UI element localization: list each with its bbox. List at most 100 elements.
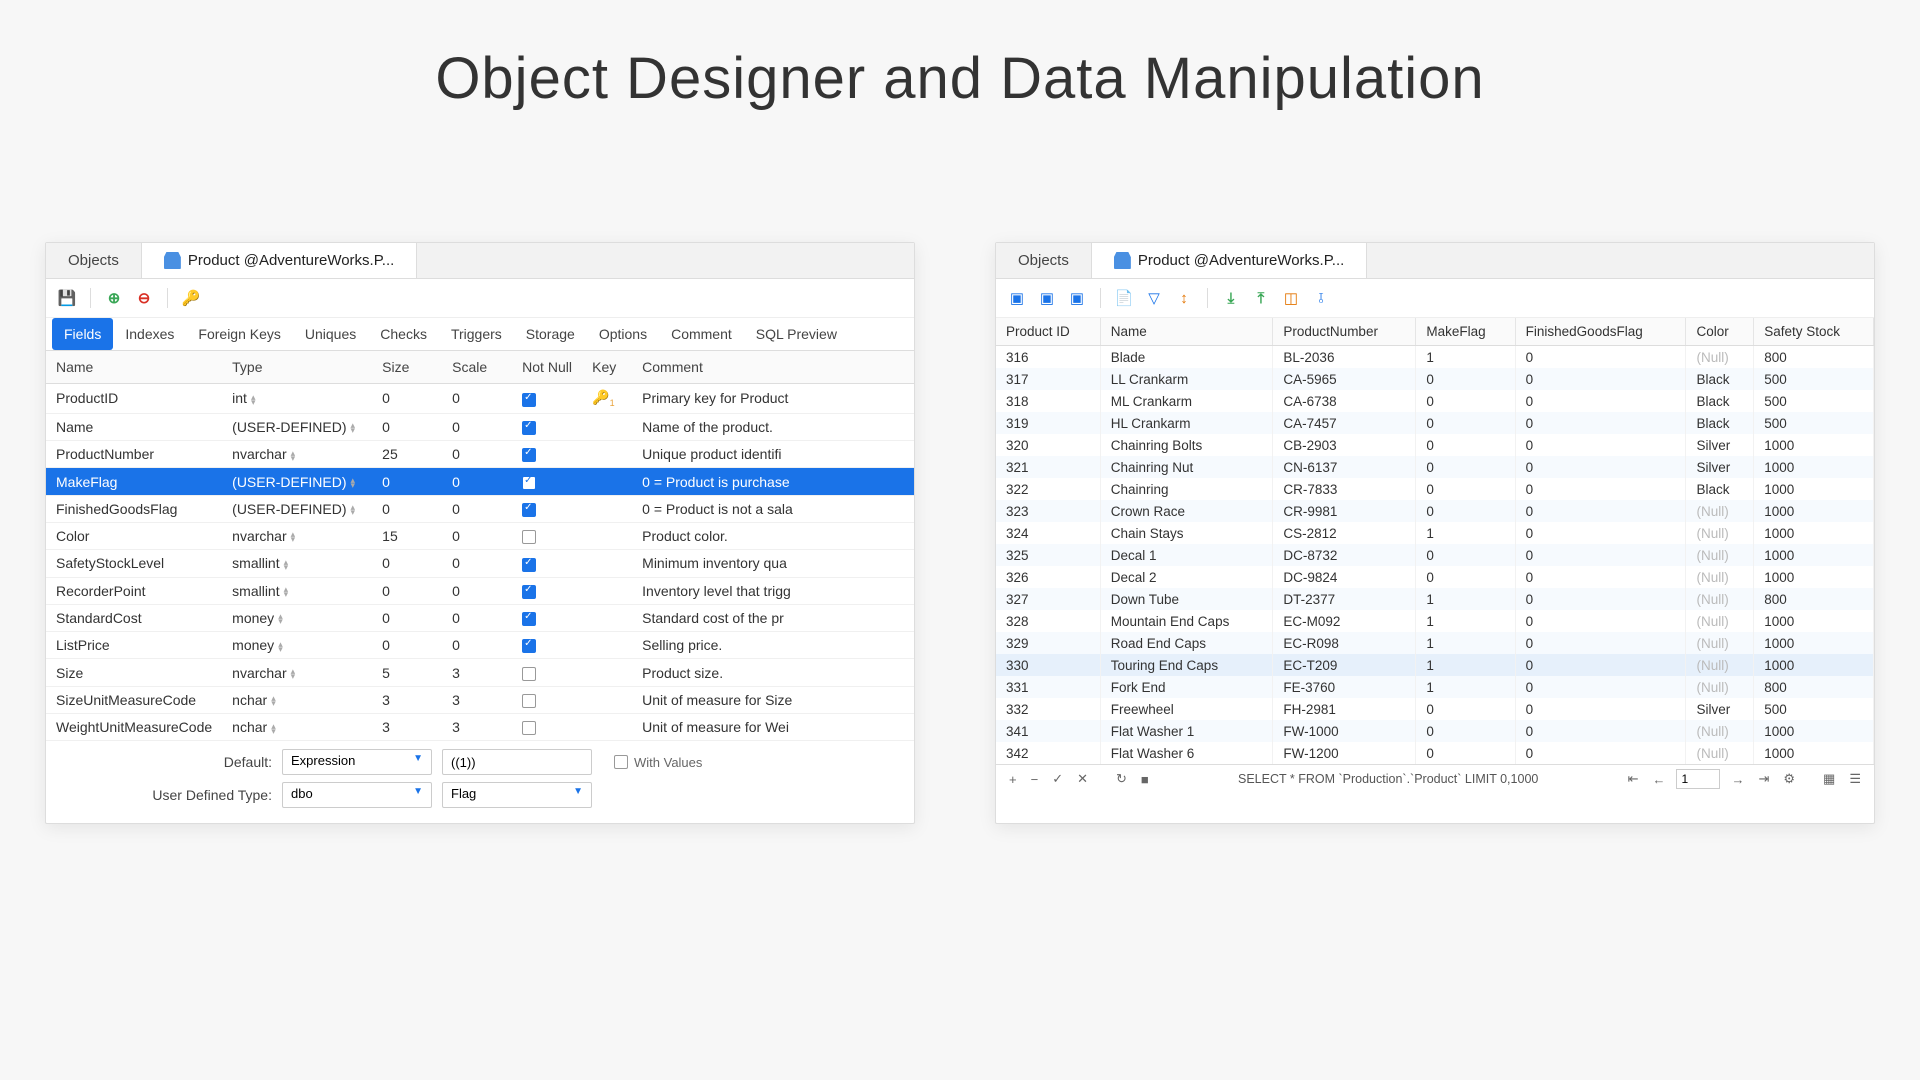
default-expression-select[interactable]: Expression▼ — [282, 749, 432, 775]
notnull-checkbox[interactable] — [522, 503, 536, 517]
field-row[interactable]: SizeUnitMeasureCodenchar▴▾33Unit of meas… — [46, 686, 914, 713]
settings-icon[interactable]: ⚙ — [1780, 771, 1798, 787]
field-row[interactable]: RecorderPointsmallint▴▾00Inventory level… — [46, 577, 914, 604]
data-row[interactable]: 330Touring End CapsEC-T20910(Null)1000 — [996, 654, 1874, 676]
subtab-checks[interactable]: Checks — [368, 318, 439, 350]
subtab-triggers[interactable]: Triggers — [439, 318, 514, 350]
delete-row-button[interactable]: − — [1028, 772, 1042, 787]
subtab-storage[interactable]: Storage — [514, 318, 587, 350]
data-row[interactable]: 327Down TubeDT-237710(Null)800 — [996, 588, 1874, 610]
field-row[interactable]: Sizenvarchar▴▾53Product size. — [46, 659, 914, 686]
next-page-button[interactable]: → — [1728, 772, 1747, 787]
data-row[interactable]: 316BladeBL-203610(Null)800 — [996, 346, 1874, 369]
field-row[interactable]: SafetyStockLevelsmallint▴▾00Minimum inve… — [46, 550, 914, 577]
data-row[interactable]: 321Chainring NutCN-613700Silver1000 — [996, 456, 1874, 478]
udt-type-select[interactable]: Flag▼ — [442, 782, 592, 808]
grid-col-header[interactable]: Safety Stock — [1754, 318, 1874, 346]
analyze-icon[interactable]: ⫱ — [1308, 285, 1334, 311]
refresh-button[interactable]: ↻ — [1113, 771, 1130, 787]
form-view-button[interactable]: ☰ — [1846, 771, 1864, 787]
cancel-button[interactable]: ✕ — [1074, 771, 1091, 787]
col-header-comment[interactable]: Comment — [632, 351, 914, 384]
field-row[interactable]: ProductIDint▴▾00🔑1Primary key for Produc… — [46, 384, 914, 414]
data-row[interactable]: 332FreewheelFH-298100Silver500 — [996, 698, 1874, 720]
data-row[interactable]: 328Mountain End CapsEC-M09210(Null)1000 — [996, 610, 1874, 632]
grid-col-header[interactable]: ProductNumber — [1273, 318, 1416, 346]
stop-button[interactable]: ■ — [1138, 772, 1152, 787]
notnull-checkbox[interactable] — [522, 393, 536, 407]
notnull-checkbox[interactable] — [522, 721, 536, 735]
grid-col-header[interactable]: Product ID — [996, 318, 1100, 346]
apply-button[interactable]: ✓ — [1049, 771, 1066, 787]
begin-transaction-icon[interactable]: ▣ — [1004, 285, 1030, 311]
subtab-indexes[interactable]: Indexes — [113, 318, 186, 350]
field-row[interactable]: WeightUnitMeasureCodenchar▴▾33Unit of me… — [46, 714, 914, 741]
key-icon[interactable]: 🔑 — [178, 285, 204, 311]
notnull-checkbox[interactable] — [522, 530, 536, 544]
tab-product-grid[interactable]: Product @AdventureWorks.P... — [1091, 243, 1367, 278]
data-row[interactable]: 325Decal 1DC-873200(Null)1000 — [996, 544, 1874, 566]
commit-icon[interactable]: ▣ — [1034, 285, 1060, 311]
export-icon[interactable]: ⤒ — [1248, 285, 1274, 311]
grid-col-header[interactable]: Name — [1100, 318, 1273, 346]
subtab-fields[interactable]: Fields — [52, 318, 113, 350]
data-row[interactable]: 341Flat Washer 1FW-100000(Null)1000 — [996, 720, 1874, 742]
data-row[interactable]: 329Road End CapsEC-R09810(Null)1000 — [996, 632, 1874, 654]
page-number-input[interactable] — [1676, 769, 1720, 789]
data-row[interactable]: 317LL CrankarmCA-596500Black500 — [996, 368, 1874, 390]
add-field-button[interactable]: ⊕ — [101, 285, 127, 311]
grid-col-header[interactable]: MakeFlag — [1416, 318, 1515, 346]
subtab-foreign-keys[interactable]: Foreign Keys — [186, 318, 292, 350]
field-row[interactable]: ProductNumbernvarchar▴▾250Unique product… — [46, 441, 914, 468]
field-row[interactable]: ListPricemoney▴▾00Selling price. — [46, 632, 914, 659]
data-row[interactable]: 324Chain StaysCS-281210(Null)1000 — [996, 522, 1874, 544]
tab-objects[interactable]: Objects — [46, 243, 141, 278]
field-row[interactable]: Colornvarchar▴▾150Product color. — [46, 522, 914, 549]
notnull-checkbox[interactable] — [522, 585, 536, 599]
udt-schema-select[interactable]: dbo▼ — [282, 782, 432, 808]
filter-icon[interactable]: ▽ — [1141, 285, 1167, 311]
data-row[interactable]: 319HL CrankarmCA-745700Black500 — [996, 412, 1874, 434]
first-page-button[interactable]: ⇤ — [1625, 771, 1642, 787]
add-row-button[interactable]: + — [1006, 772, 1020, 787]
subtab-options[interactable]: Options — [587, 318, 659, 350]
notnull-checkbox[interactable] — [522, 421, 536, 435]
notnull-checkbox[interactable] — [522, 667, 536, 681]
notnull-checkbox[interactable] — [522, 639, 536, 653]
col-header-scale[interactable]: Scale — [442, 351, 512, 384]
col-header-type[interactable]: Type — [222, 351, 372, 384]
field-row[interactable]: FinishedGoodsFlag(USER-DEFINED)▴▾000 = P… — [46, 495, 914, 522]
field-row[interactable]: StandardCostmoney▴▾00Standard cost of th… — [46, 604, 914, 631]
data-row[interactable]: 326Decal 2DC-982400(Null)1000 — [996, 566, 1874, 588]
notnull-checkbox[interactable] — [522, 448, 536, 462]
col-header-size[interactable]: Size — [372, 351, 442, 384]
notnull-checkbox[interactable] — [522, 476, 536, 490]
subtab-sql-preview[interactable]: SQL Preview — [744, 318, 849, 350]
text-note-icon[interactable]: 📄 — [1111, 285, 1137, 311]
grid-col-header[interactable]: FinishedGoodsFlag — [1515, 318, 1686, 346]
notnull-checkbox[interactable] — [522, 558, 536, 572]
remove-field-button[interactable]: ⊖ — [131, 285, 157, 311]
with-values-checkbox[interactable]: With Values — [614, 755, 702, 770]
notnull-checkbox[interactable] — [522, 612, 536, 626]
field-row[interactable]: MakeFlag(USER-DEFINED)▴▾000 = Product is… — [46, 468, 914, 495]
subtab-comment[interactable]: Comment — [659, 318, 744, 350]
col-header-key[interactable]: Key — [582, 351, 632, 384]
last-page-button[interactable]: ⇥ — [1755, 771, 1772, 787]
grid-col-header[interactable]: Color — [1686, 318, 1754, 346]
field-row[interactable]: Name(USER-DEFINED)▴▾00Name of the produc… — [46, 413, 914, 440]
prev-page-button[interactable]: ← — [1649, 772, 1668, 787]
subtab-uniques[interactable]: Uniques — [293, 318, 368, 350]
data-row[interactable]: 342Flat Washer 6FW-120000(Null)1000 — [996, 742, 1874, 764]
rollback-icon[interactable]: ▣ — [1064, 285, 1090, 311]
data-row[interactable]: 320Chainring BoltsCB-290300Silver1000 — [996, 434, 1874, 456]
col-header-name[interactable]: Name — [46, 351, 222, 384]
import-icon[interactable]: ⤓ — [1218, 285, 1244, 311]
col-header-notnull[interactable]: Not Null — [512, 351, 582, 384]
data-row[interactable]: 322ChainringCR-783300Black1000 — [996, 478, 1874, 500]
notnull-checkbox[interactable] — [522, 694, 536, 708]
data-row[interactable]: 331Fork EndFE-376010(Null)800 — [996, 676, 1874, 698]
save-icon[interactable]: 💾 — [54, 285, 80, 311]
tab-product-designer[interactable]: Product @AdventureWorks.P... — [141, 243, 417, 278]
data-row[interactable]: 318ML CrankarmCA-673800Black500 — [996, 390, 1874, 412]
